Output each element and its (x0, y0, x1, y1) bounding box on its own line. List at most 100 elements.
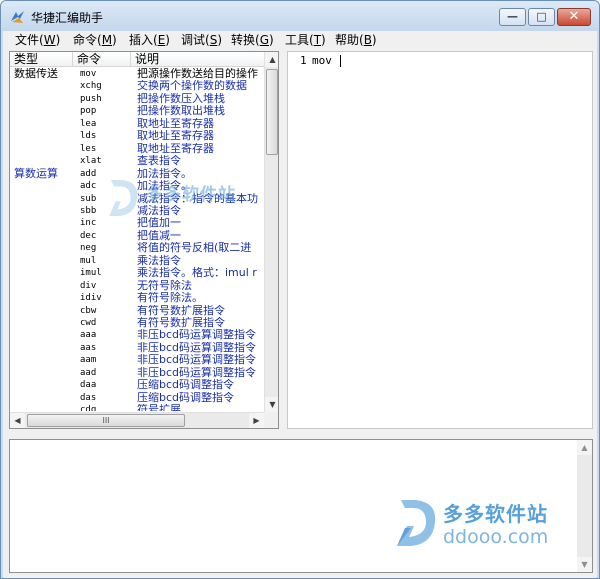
menu-accelerator: M (101, 33, 113, 47)
column-header-type[interactable]: 类型 (10, 52, 73, 67)
scroll-up-arrow-icon[interactable]: ▲ (265, 52, 278, 67)
close-button[interactable]: ✕ (557, 8, 591, 26)
wing-app-icon (11, 11, 24, 23)
row-description: 把操作数取出堆栈 (137, 105, 225, 118)
row-command: inc (80, 218, 97, 229)
hscroll-thumb[interactable]: III (27, 414, 185, 427)
table-row[interactable]: aam 非压bcd码运算调整指令 (10, 354, 264, 367)
scroll-thumb[interactable] (266, 69, 278, 155)
menu-item-6[interactable]: 帮助(B) (335, 33, 377, 47)
row-description: 有符号数扩展指令 (137, 317, 225, 329)
menu-item-0[interactable]: 文件(W) (15, 33, 60, 47)
menu-bar: 文件(W) 命令(M) 插入(E) 调试(S) 转换(G) 工具(T) 帮助(B) (3, 31, 597, 49)
watermark-small: 多多软件站 (106, 176, 266, 226)
output-vertical-scrollbar[interactable]: ▲ ▼ (577, 440, 592, 572)
table-row[interactable]: idiv 有符号除法。 (10, 292, 264, 305)
table-row[interactable]: pop 把操作数取出堆栈 (10, 105, 264, 118)
table-row[interactable]: 数据传送 mov 把源操作数送给目的操作 (10, 68, 264, 81)
minimize-icon: — (507, 10, 518, 23)
table-row[interactable]: cbw 有符号数扩展指令 (10, 305, 264, 318)
menu-label: 转换( (231, 33, 260, 47)
output-scroll-up-icon[interactable]: ▲ (577, 440, 592, 455)
line-number: 1 (300, 54, 307, 67)
output-scroll-down-icon[interactable]: ▼ (577, 557, 592, 572)
menu-label-end: ) (55, 33, 61, 47)
row-description: 交换两个操作数的数据 (137, 80, 247, 93)
row-command: div (80, 280, 97, 291)
menu-label: 工具( (285, 33, 314, 47)
table-row[interactable]: cdq 符号扩展 (10, 404, 264, 411)
instruction-list[interactable]: 类型 命令 说明 数据传送 mov 把源操作数送给目的操作 xchg 交换两个操作数的数… (9, 51, 279, 429)
table-row[interactable]: aas 非压bcd码运算调整指令 (10, 342, 264, 355)
column-header-description[interactable]: 说明 (131, 52, 264, 67)
table-row[interactable]: daa 压缩bcd码调整指令 (10, 379, 264, 392)
scroll-down-arrow-icon[interactable]: ▼ (265, 397, 278, 412)
maximize-button[interactable]: □ (528, 8, 555, 26)
window-title: 华捷汇编助手 (31, 11, 104, 25)
row-description: 无符号除法 (137, 279, 192, 292)
column-header-command[interactable]: 命令 (73, 52, 131, 67)
table-row[interactable]: cwd 有符号数扩展指令 (10, 317, 264, 330)
watermark-large: 多多软件站 ddooo.com (395, 496, 575, 556)
table-row[interactable]: aaa 非压bcd码运算调整指令 (10, 329, 264, 342)
row-command: sbb (80, 205, 97, 216)
table-row[interactable]: aad 非压bcd码运算调整指令 (10, 367, 264, 380)
row-command: idiv (80, 293, 102, 304)
row-command: les (80, 143, 97, 154)
list-horizontal-scrollbar[interactable]: ◀ III ▶ (10, 412, 264, 428)
row-description: 查表指令 (137, 155, 181, 168)
panel-splitter[interactable] (279, 51, 287, 429)
close-icon: ✕ (568, 9, 580, 24)
menu-item-4[interactable]: 转换(G) (231, 33, 274, 47)
minimize-button[interactable]: — (499, 8, 526, 26)
menu-accelerator: T (313, 33, 322, 47)
table-row[interactable]: xchg 交换两个操作数的数据 (10, 80, 264, 93)
menu-item-2[interactable]: 插入(E) (129, 33, 170, 47)
row-command: lds (80, 131, 97, 142)
row-type: 数据传送 (14, 68, 58, 80)
row-description: 把值减一 (137, 229, 181, 242)
table-row[interactable]: lea 取地址至寄存器 (10, 118, 264, 131)
menu-accelerator: G (259, 33, 269, 47)
scroll-left-arrow-icon[interactable]: ◀ (10, 413, 25, 428)
row-description: 非压bcd码运算调整指令 (137, 341, 257, 354)
table-row[interactable]: push 把操作数压入堆栈 (10, 93, 264, 106)
row-command: cbw (80, 305, 97, 316)
list-vertical-scrollbar[interactable]: ▲ ▼ (264, 52, 278, 412)
menu-label-end: ) (165, 33, 170, 47)
row-description: 符号扩展 (137, 404, 181, 411)
table-row[interactable]: dec 把值减一 (10, 230, 264, 243)
row-description: 将值的符号反相(取二进 (137, 242, 252, 255)
row-description: 取地址至寄存器 (137, 142, 214, 155)
code-editor[interactable]: 1 mov (287, 51, 593, 429)
row-description: 非压bcd码运算调整指令 (137, 329, 257, 342)
table-row[interactable]: das 压缩bcd码调整指令 (10, 392, 264, 405)
menu-item-3[interactable]: 调试(S) (181, 33, 222, 47)
table-row[interactable]: neg 将值的符号反相(取二进 (10, 242, 264, 255)
title-bar[interactable]: 华捷汇编助手 — □ ✕ (1, 1, 599, 31)
row-command: aas (80, 342, 97, 353)
row-description: 乘法指令。格式：imul r (137, 267, 257, 280)
table-row[interactable]: xlat 查表指令 (10, 155, 264, 168)
scroll-right-arrow-icon[interactable]: ▶ (249, 413, 264, 428)
row-description: 有符号除法。 (137, 292, 203, 305)
menu-label: 调试( (181, 33, 210, 47)
table-row[interactable]: les 取地址至寄存器 (10, 143, 264, 156)
row-command: aam (80, 355, 97, 366)
table-row[interactable]: div 无符号除法 (10, 280, 264, 293)
row-command: cdq (80, 405, 97, 411)
watermark-url: ddooo.com (443, 526, 549, 548)
row-command: mul (80, 255, 97, 266)
row-command: adc (80, 181, 97, 192)
menu-item-1[interactable]: 命令(M) (73, 33, 117, 47)
table-row[interactable]: mul 乘法指令 (10, 255, 264, 268)
watermark-text: 多多软件站 (146, 185, 236, 205)
maximize-icon: □ (536, 10, 547, 23)
row-description: 把操作数压入堆栈 (137, 92, 225, 105)
text-caret (340, 55, 341, 67)
list-header: 类型 命令 说明 (10, 52, 264, 67)
code-line[interactable]: mov (312, 54, 332, 68)
menu-item-5[interactable]: 工具(T) (285, 33, 326, 47)
table-row[interactable]: imul 乘法指令。格式：imul r (10, 267, 264, 280)
table-row[interactable]: lds 取地址至寄存器 (10, 130, 264, 143)
